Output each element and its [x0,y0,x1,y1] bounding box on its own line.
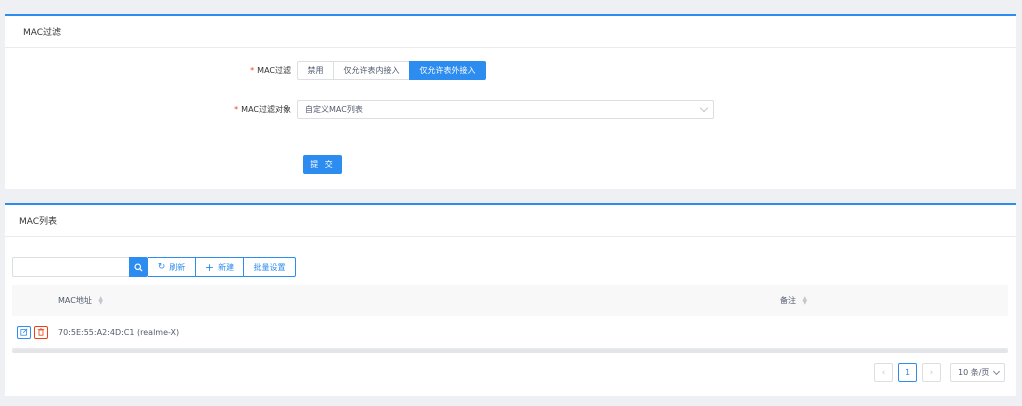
mac-filter-target-label: * MAC过滤对象 [234,105,291,114]
chevron-right-icon: › [929,367,934,378]
column-header-note[interactable]: 备注 ▲ ▼ [780,295,807,306]
page-1-button[interactable]: 1 [898,363,917,382]
trash-icon [37,328,45,336]
chevron-down-icon [699,103,709,113]
sort-icon[interactable]: ▲ ▼ [98,295,103,305]
batch-settings-button[interactable]: 批量设置 [243,257,296,277]
mac-filter-target-value: 自定义MAC列表 [305,105,363,114]
page-size-value: 10 条/页 [958,368,990,377]
mac-filter-mode-label: * MAC过滤 [250,66,291,75]
chevron-left-icon: ‹ [881,367,886,378]
mac-filter-card: MAC过滤 * MAC过滤 禁用 仅允许表内接入 仅允许表外接入 * MAC过滤对象… [5,14,1016,189]
mac-filter-target-row: * MAC过滤对象 自定义MAC列表 [5,100,714,119]
mac-filter-target-select[interactable]: 自定义MAC列表 [297,100,714,119]
page-size-select[interactable]: 10 条/页 [950,363,1005,382]
next-page-button[interactable]: › [922,363,941,382]
new-button[interactable]: + 新建 [195,257,244,277]
table-row: 70:5E:55:A2:4D:C1 (realme-X) [12,316,1008,349]
edit-button[interactable] [17,325,31,339]
refresh-button[interactable]: ↻ 刷新 [148,257,196,277]
search-icon [134,262,143,272]
submit-button[interactable]: 提 交 [303,155,342,174]
refresh-icon: ↻ [157,262,166,272]
mac-filter-card-title: MAC过滤 [5,16,1016,48]
chevron-down-icon [992,367,1001,376]
prev-page-button[interactable]: ‹ [874,363,893,382]
search-button[interactable] [129,257,148,277]
required-mark: * [250,66,255,75]
mode-option-allow-in-list[interactable]: 仅允许表内接入 [333,61,410,80]
plus-icon: + [204,260,215,274]
search-input[interactable] [12,257,129,277]
mac-filter-mode-row: * MAC过滤 禁用 仅允许表内接入 仅允许表外接入 [5,61,486,80]
column-header-mac[interactable]: MAC地址 ▲ ▼ [58,295,103,306]
mac-table: MAC地址 ▲ ▼ 备注 ▲ ▼ 70:5E:55:A2:4D:C1 (real… [12,285,1008,353]
sort-icon[interactable]: ▲ ▼ [803,295,808,305]
horizontal-scrollbar[interactable] [12,349,1008,353]
table-header: MAC地址 ▲ ▼ 备注 ▲ ▼ [12,285,1008,316]
mac-list-toolbar: ↻ 刷新 + 新建 批量设置 [12,257,296,277]
submit-row: 提 交 [303,155,342,174]
delete-button[interactable] [34,325,48,339]
mac-list-card: MAC列表 ↻ 刷新 + 新建 批量设置 MAC地址 ▲ ▼ 备注 ▲ ▼ 70… [5,203,1016,396]
pagination: ‹ 1 › 10 条/页 [869,363,1005,382]
required-mark: * [234,105,239,114]
mac-address-cell: 70:5E:55:A2:4D:C1 (realme-X) [58,327,180,337]
edit-icon [20,328,28,336]
mode-option-allow-outside-list[interactable]: 仅允许表外接入 [409,61,486,80]
mac-filter-mode-radio-group: 禁用 仅允许表内接入 仅允许表外接入 [297,61,486,80]
mode-option-disabled[interactable]: 禁用 [297,61,334,80]
mac-list-card-title: MAC列表 [5,205,1016,237]
